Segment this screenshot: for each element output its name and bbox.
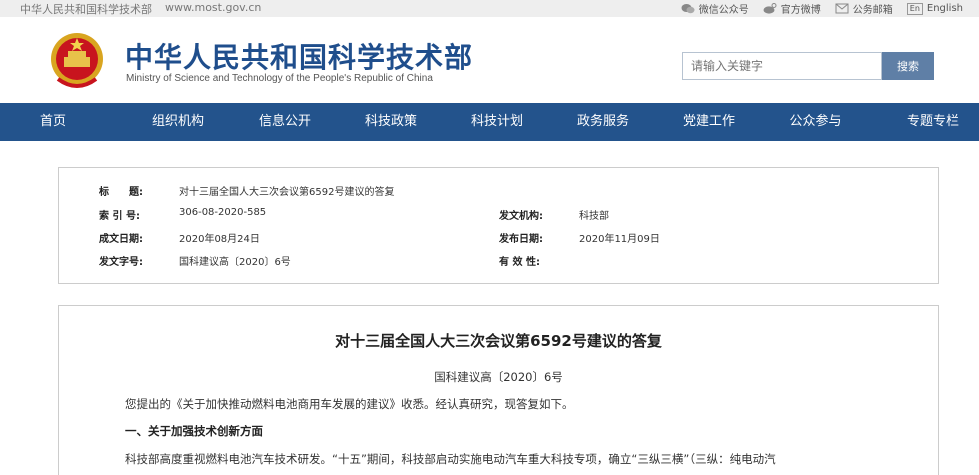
meta-title-value: 对十三届全国人大三次会议第6592号建议的答复 bbox=[179, 187, 395, 198]
en-icon: En bbox=[906, 2, 923, 15]
meta-row-dates: 成文日期: 2020年08月24日 发布日期: 2020年11月09日 bbox=[59, 230, 938, 252]
site-title[interactable]: 中华人民共和国科学技术部 bbox=[125, 36, 473, 76]
search-input[interactable] bbox=[682, 52, 882, 80]
nav-item-special[interactable]: 专题专栏 bbox=[887, 103, 979, 141]
meta-created-label: 成文日期: bbox=[99, 234, 143, 245]
article-title: 对十三届全国人大三次会议第6592号建议的答复 bbox=[335, 332, 662, 350]
meta-docno-value: 国科建议高〔2020〕6号 bbox=[179, 257, 291, 268]
article-body: 对十三届全国人大三次会议第6592号建议的答复 国科建议高〔2020〕6号 您提… bbox=[58, 305, 939, 475]
nav-item-services[interactable]: 政务服务 bbox=[532, 103, 674, 141]
meta-row-index: 索 引 号: 306-08-2020-585 发文机构: 科技部 bbox=[59, 207, 938, 229]
top-links: 微信公众号 官方微博 公务邮箱 En English bbox=[681, 0, 963, 17]
site-title-en: Ministry of Science and Technology of th… bbox=[126, 73, 433, 84]
meta-row-title: 标 题: 对十三届全国人大三次会议第6592号建议的答复 bbox=[59, 183, 938, 205]
top-site-name: 中华人民共和国科学技术部 bbox=[20, 3, 152, 16]
article-paragraph-2: 科技部高度重视燃料电池汽车技术研发。“十五”期间，科技部启动实施电动汽车重大科技… bbox=[125, 452, 776, 466]
mail-icon bbox=[835, 3, 849, 14]
weibo-label: 官方微博 bbox=[780, 5, 821, 16]
search-box: 搜索 bbox=[682, 52, 934, 80]
article-paragraph-1: 您提出的《关于加快推动燃料电池商用车发展的建议》收悉。经认真研究，现答复如下。 bbox=[125, 397, 574, 411]
wechat-icon bbox=[681, 4, 695, 14]
nav-item-programs[interactable]: 科技计划 bbox=[462, 103, 532, 141]
meta-issuer-label: 发文机构: bbox=[499, 211, 543, 222]
meta-validity-label: 有 效 性: bbox=[499, 257, 540, 268]
nav-item-organization[interactable]: 组织机构 bbox=[106, 103, 250, 141]
main-nav: 首页 组织机构 信息公开 科技政策 科技计划 政务服务 党建工作 公众参与 专题… bbox=[0, 103, 979, 141]
meta-index-value: 306-08-2020-585 bbox=[179, 207, 267, 218]
nav-item-policy[interactable]: 科技政策 bbox=[320, 103, 462, 141]
nav-item-public[interactable]: 公众参与 bbox=[744, 103, 887, 141]
search-button[interactable]: 搜索 bbox=[882, 52, 934, 80]
top-bar: 中华人民共和国科学技术部 www.most.gov.cn 微信公众号 官方微博 … bbox=[0, 0, 979, 17]
meta-row-docno: 发文字号: 国科建议高〔2020〕6号 有 效 性: bbox=[59, 253, 938, 275]
mail-label: 公务邮箱 bbox=[852, 5, 893, 16]
wechat-label: 微信公众号 bbox=[698, 5, 749, 16]
meta-title-label: 标 题: bbox=[99, 187, 143, 198]
article-doc-number: 国科建议高〔2020〕6号 bbox=[434, 370, 563, 384]
nav-item-home[interactable]: 首页 bbox=[0, 103, 106, 141]
national-emblem-icon[interactable] bbox=[46, 29, 108, 93]
weibo-link[interactable]: 官方微博 bbox=[763, 1, 821, 16]
weibo-icon bbox=[763, 3, 777, 14]
english-link[interactable]: En English bbox=[906, 2, 963, 15]
site-header: 中华人民共和国科学技术部 Ministry of Science and Tec… bbox=[0, 17, 979, 103]
nav-item-info-disclosure[interactable]: 信息公开 bbox=[250, 103, 320, 141]
meta-published-label: 发布日期: bbox=[499, 234, 543, 245]
mail-link[interactable]: 公务邮箱 bbox=[835, 1, 893, 16]
top-site-url[interactable]: www.most.gov.cn bbox=[165, 1, 261, 14]
document-meta: 标 题: 对十三届全国人大三次会议第6592号建议的答复 索 引 号: 306-… bbox=[58, 167, 939, 284]
article-heading-1: 一、关于加强技术创新方面 bbox=[125, 424, 263, 438]
nav-item-party[interactable]: 党建工作 bbox=[674, 103, 744, 141]
meta-issuer-value: 科技部 bbox=[579, 211, 609, 222]
wechat-link[interactable]: 微信公众号 bbox=[681, 1, 749, 16]
meta-docno-label: 发文字号: bbox=[99, 257, 143, 268]
meta-index-label: 索 引 号: bbox=[99, 211, 140, 222]
meta-published-value: 2020年11月09日 bbox=[579, 234, 660, 245]
meta-created-value: 2020年08月24日 bbox=[179, 234, 260, 245]
english-label: English bbox=[926, 3, 963, 14]
